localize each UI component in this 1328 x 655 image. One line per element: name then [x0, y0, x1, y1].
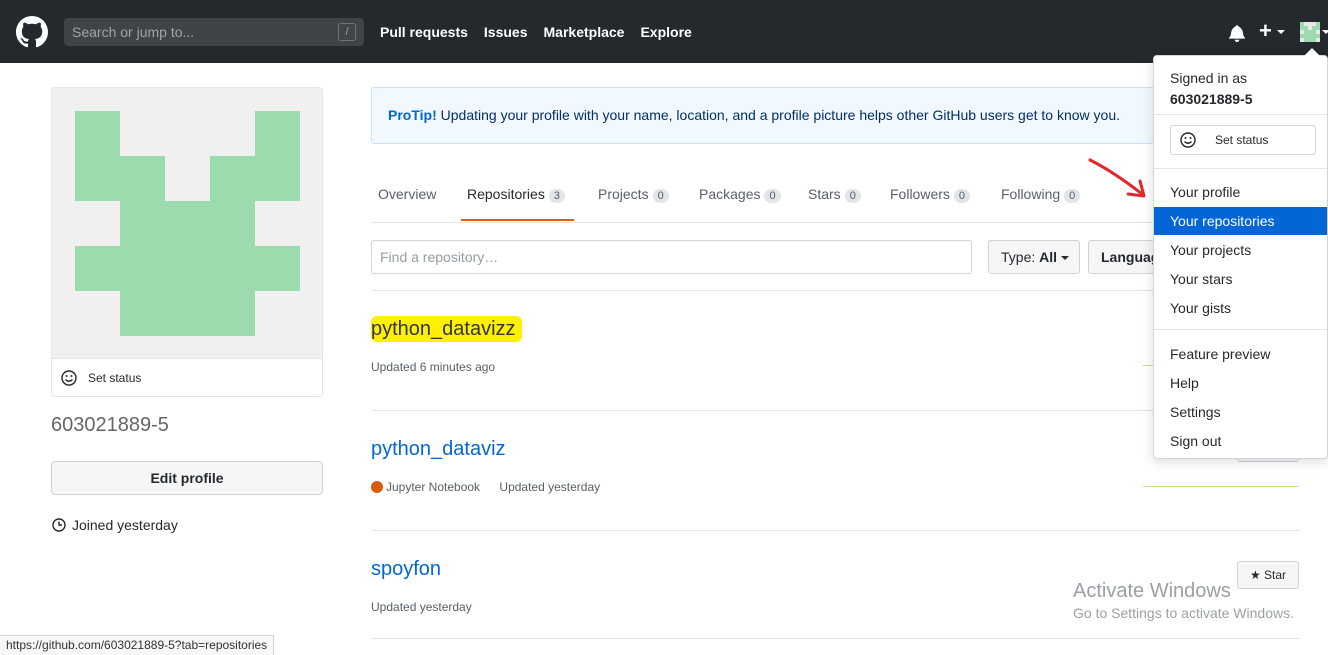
menu-divider	[1154, 168, 1327, 169]
repo-link-python-dataviz[interactable]: python_dataviz	[371, 438, 506, 461]
identicon-small-icon	[1300, 22, 1320, 42]
top-header: Search or jump to... / Pull requests Iss…	[0, 0, 1328, 63]
menu-your-gists[interactable]: Your gists	[1154, 294, 1327, 322]
menu-divider	[1154, 329, 1327, 330]
tab-packages[interactable]: Packages 0	[699, 186, 781, 203]
identicon-icon	[75, 111, 300, 336]
nav-pull-requests[interactable]: Pull requests	[380, 24, 468, 40]
profile-avatar-card: Set status	[51, 87, 323, 397]
smiley-icon	[61, 370, 77, 386]
tab-overview[interactable]: Overview	[378, 186, 436, 202]
language-color-dot	[371, 481, 383, 493]
user-dropdown-menu: Signed in as 603021889-5 Set status Your…	[1153, 48, 1328, 459]
tab-count: 0	[652, 189, 669, 203]
divider	[371, 530, 1301, 531]
create-new-icon[interactable]: +	[1259, 20, 1272, 42]
repo-link-python-datavizz[interactable]: python_datavizz	[371, 316, 522, 342]
protip-banner: ProTip! Updating your profile with your …	[371, 87, 1171, 144]
menu-settings[interactable]: Settings	[1154, 398, 1327, 426]
menu-your-profile[interactable]: Your profile	[1154, 178, 1327, 206]
repo-updated: Updated 6 minutes ago	[371, 360, 496, 374]
search-placeholder: Search or jump to...	[72, 24, 195, 40]
tab-stars[interactable]: Stars 0	[808, 186, 861, 203]
menu-feature-preview[interactable]: Feature preview	[1154, 340, 1327, 368]
repo-meta-row: Jupyter Notebook Updated yesterday	[371, 480, 600, 494]
signed-in-as: Signed in as 603021889-5	[1170, 68, 1253, 110]
tab-count: 0	[764, 189, 781, 203]
tab-projects[interactable]: Projects 0	[598, 186, 669, 203]
dropdown-set-status-button[interactable]: Set status	[1170, 125, 1316, 155]
dropdown-caret	[1304, 48, 1320, 56]
profile-avatar[interactable]	[52, 88, 322, 358]
tab-followers[interactable]: Followers 0	[890, 186, 971, 203]
protip-label: ProTip!	[388, 107, 437, 123]
notification-bell-icon[interactable]	[1229, 24, 1245, 42]
search-input[interactable]: Search or jump to... /	[64, 18, 364, 46]
link-status-url: https://github.com/603021889-5?tab=repos…	[0, 635, 275, 655]
menu-divider	[1154, 114, 1327, 115]
github-logo-icon[interactable]	[16, 16, 48, 48]
edit-profile-button[interactable]: Edit profile	[51, 461, 323, 495]
clock-icon	[52, 518, 66, 532]
tab-count: 3	[548, 189, 565, 203]
smiley-icon	[1180, 132, 1196, 148]
set-status-label: Set status	[88, 371, 142, 385]
joined-date: Joined yesterday	[72, 517, 178, 533]
signed-in-user: 603021889-5	[1170, 91, 1253, 107]
tab-repositories[interactable]: Repositories 3	[467, 186, 565, 203]
activity-sparkline	[1143, 486, 1299, 487]
protip-text: Updating your profile with your name, lo…	[440, 107, 1121, 123]
profile-username: 603021889-5	[51, 414, 169, 436]
menu-sign-out[interactable]: Sign out	[1154, 427, 1327, 455]
menu-your-projects[interactable]: Your projects	[1154, 236, 1327, 264]
tab-count: 0	[953, 189, 971, 203]
menu-help[interactable]: Help	[1154, 369, 1327, 397]
tab-following[interactable]: Following 0	[1001, 186, 1081, 203]
repo-updated: Updated yesterday	[371, 600, 472, 614]
find-repository-input[interactable]: Find a repository…	[371, 240, 972, 274]
tab-count: 0	[1064, 189, 1081, 203]
active-tab-underline	[461, 219, 574, 221]
menu-your-stars[interactable]: Your stars	[1154, 265, 1327, 293]
type-filter-button[interactable]: Type: All	[988, 240, 1080, 274]
activate-windows-watermark: Activate Windows Go to Settings to activ…	[1073, 580, 1294, 621]
menu-your-repositories[interactable]: Your repositories	[1154, 207, 1327, 235]
divider	[371, 638, 1301, 639]
search-shortcut-key: /	[338, 23, 356, 41]
annotation-arrow-icon	[1088, 158, 1146, 198]
nav-explore[interactable]: Explore	[640, 24, 691, 40]
create-caret-icon[interactable]	[1277, 30, 1285, 34]
repo-link-spoyfon[interactable]: spoyfon	[371, 558, 441, 581]
avatar-caret-icon[interactable]	[1322, 30, 1328, 34]
caret-down-icon	[1061, 256, 1070, 261]
tab-count: 0	[844, 189, 861, 203]
repo-updated: Updated yesterday	[499, 480, 601, 494]
nav-marketplace[interactable]: Marketplace	[544, 24, 625, 40]
set-status-button[interactable]: Set status	[52, 358, 322, 396]
header-avatar[interactable]	[1300, 22, 1320, 42]
repo-language: Jupyter Notebook	[386, 480, 481, 494]
main-nav: Pull requests Issues Marketplace Explore	[380, 0, 708, 63]
nav-issues[interactable]: Issues	[484, 24, 528, 40]
